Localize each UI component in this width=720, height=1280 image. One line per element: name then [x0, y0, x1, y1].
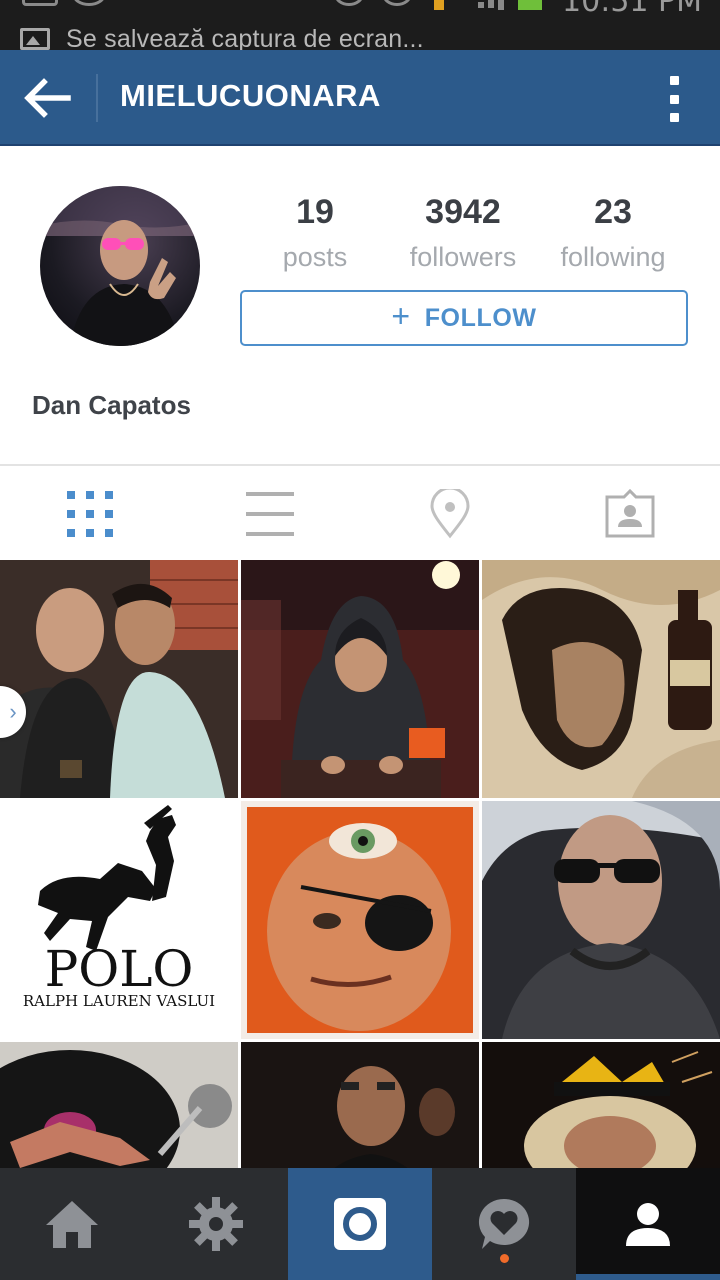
photo-wig-party [482, 1042, 720, 1168]
follow-button[interactable]: + FOLLOW [240, 290, 688, 346]
photo-tile[interactable] [482, 801, 720, 1039]
followers-count: 3942 [425, 193, 501, 231]
photo-tile[interactable] [482, 1042, 720, 1168]
notification-dot [500, 1254, 509, 1263]
photo-tile[interactable] [0, 560, 238, 798]
status-bar: 10:51 PM Se salvează captura de ecran... [0, 0, 720, 50]
follow-button-label: FOLLOW [424, 303, 537, 332]
data-transfer-icon [434, 0, 444, 10]
photo-hooded-man [241, 560, 479, 798]
profile-icon [626, 1203, 670, 1246]
nav-activity[interactable] [432, 1168, 576, 1280]
location-pin-icon [430, 489, 470, 539]
more-vert-icon [669, 76, 679, 85]
notification-text: Se salvează captura de ecran... [66, 24, 424, 51]
status-time: 10:51 PM [562, 0, 702, 19]
camera-icon [334, 1198, 386, 1250]
photo-grid: POLO RALPH LAUREN VASLUI [0, 560, 720, 1168]
sync-icon [334, 0, 364, 6]
photo-tile[interactable] [241, 560, 479, 798]
photo-tile[interactable] [241, 801, 479, 1039]
photo-dark-club [241, 1042, 479, 1168]
chevron-right-icon: › [9, 699, 17, 724]
polo-logo-subtext: RALPH LAUREN VASLUI [23, 992, 215, 1010]
chat-icon [72, 0, 106, 6]
posts-stat[interactable]: 19 posts [240, 192, 390, 274]
nav-camera[interactable] [288, 1168, 432, 1280]
following-count: 23 [594, 193, 632, 231]
profile-username: MIELUCUONARA [120, 78, 381, 113]
alarm-icon [382, 0, 412, 6]
following-stat[interactable]: 23 following [538, 192, 688, 274]
nav-explore[interactable] [144, 1168, 288, 1280]
avatar[interactable] [40, 186, 200, 346]
profile-full-name: Dan Capatos [32, 390, 191, 420]
photo-tile[interactable] [0, 1042, 238, 1168]
tab-tagged[interactable] [540, 466, 720, 562]
profile-view-tabs [0, 464, 720, 560]
screenshot-notification: Se salvează captura de ecran... [20, 24, 424, 51]
grid-icon [67, 491, 113, 537]
photo-tile[interactable] [241, 1042, 479, 1168]
list-icon [246, 492, 294, 536]
tab-grid[interactable] [0, 466, 180, 562]
photo-friends [0, 560, 238, 798]
photo-polo-logo: POLO RALPH LAUREN VASLUI [0, 801, 238, 1039]
followers-label: followers [409, 242, 517, 272]
photo-tile[interactable]: POLO RALPH LAUREN VASLUI [0, 801, 238, 1039]
back-arrow-icon [24, 78, 71, 118]
photo-third-eye [241, 801, 479, 1039]
image-icon [20, 28, 50, 50]
avatar-photo [40, 186, 200, 346]
bottom-navigation [0, 1168, 720, 1280]
signal-icon [478, 2, 484, 8]
followers-stat[interactable]: 3942 followers [388, 192, 538, 274]
overflow-menu-button[interactable] [664, 76, 684, 122]
app-bar: MIELUCUONARA [0, 50, 720, 146]
tab-map[interactable] [360, 466, 540, 562]
photo-tile[interactable] [482, 560, 720, 798]
back-button[interactable] [22, 76, 74, 120]
photo-sepia-portrait [482, 560, 720, 798]
home-icon [46, 1201, 98, 1248]
posts-count: 19 [296, 193, 334, 231]
polo-logo-text: POLO [45, 940, 194, 998]
following-label: following [560, 242, 666, 272]
photo-car-selfie [482, 801, 720, 1039]
profile-stats: 19 posts 3942 followers 23 following [240, 192, 688, 282]
profile-header: 19 posts 3942 followers 23 following + F… [0, 148, 720, 464]
posts-label: posts [282, 242, 348, 272]
tab-list[interactable] [180, 466, 360, 562]
explore-icon [189, 1197, 243, 1251]
nav-profile[interactable] [576, 1168, 720, 1280]
app-bar-divider [96, 74, 98, 122]
photo-turntable [0, 1042, 238, 1168]
nav-home[interactable] [0, 1168, 144, 1280]
plus-icon: + [391, 298, 411, 334]
activity-icon [478, 1198, 530, 1249]
tagged-photos-icon [605, 489, 655, 538]
battery-icon [518, 0, 542, 10]
message-icon [22, 0, 58, 6]
